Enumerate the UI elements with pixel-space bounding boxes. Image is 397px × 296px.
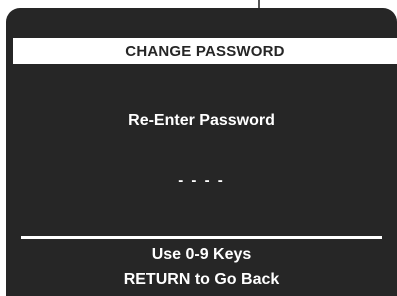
keys-hint: Use 0-9 Keys (151, 246, 252, 263)
page-title: CHANGE PASSWORD (13, 38, 397, 64)
password-entry-field[interactable]: - - - - (6, 172, 397, 189)
display-screen: CHANGE PASSWORD Re-Enter Password - - - … (6, 8, 397, 296)
password-prompt: Re-Enter Password (128, 112, 275, 129)
divider (21, 236, 382, 239)
return-hint: RETURN to Go Back (123, 271, 280, 288)
